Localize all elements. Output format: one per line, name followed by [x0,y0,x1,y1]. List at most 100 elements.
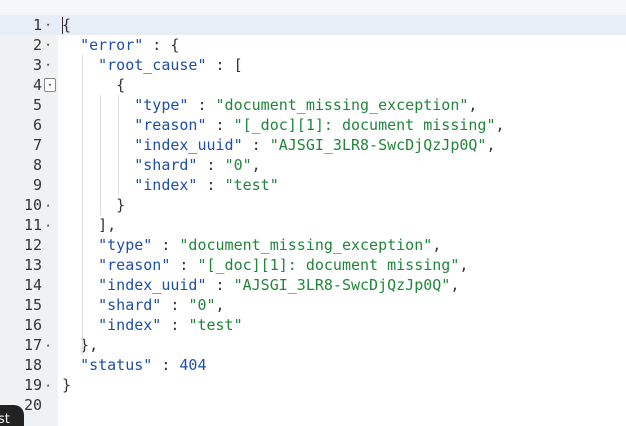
fold-expand-icon[interactable]: ▴ [46,221,50,229]
line-number: 6 [32,116,42,134]
json-key: "error" [80,36,144,54]
json-string: "test" [188,316,243,334]
gutter-cell: 8 [0,155,58,175]
line-number: 1 [32,16,42,34]
code-line[interactable]: 12 "type" : "document_missing_exception"… [0,235,626,255]
fold-collapse-icon[interactable]: ▾ [46,21,50,29]
code-editor[interactable]: 1 ▾{2 ▾ "error" : {3 ▾ "root_cause" : [4 ▾ {… [0,15,626,415]
code-line[interactable]: 18 "status" : 404 [0,355,626,375]
code-text: "root_cause" : [ [62,55,243,75]
code-text: { [62,15,71,35]
line-number: 13 [23,256,42,274]
json-punctuation: : { [143,36,180,54]
json-string: "document_missing_exception" [215,96,469,114]
code-line[interactable]: 10 ▴ } [0,195,626,215]
gutter-cell: 1 ▾ [0,15,58,35]
code-line[interactable]: 19 ▴} [0,375,626,395]
json-punctuation [62,36,80,54]
code-text: "index" : "test" [62,315,243,335]
json-punctuation: : [197,156,225,174]
code-line[interactable]: 20 [0,395,626,415]
json-key: "root_cause" [98,56,207,74]
json-punctuation: : [161,316,189,334]
gutter-cell: 6 [0,115,58,135]
gutter-cell: 17 ▴ [0,335,58,355]
json-key: "index_uuid" [134,136,243,154]
gutter-cell: 12 [0,235,58,255]
code-text: { [62,75,125,95]
code-line[interactable]: 9 "index" : "test" [0,175,626,195]
fold-collapse-icon[interactable]: ▾ [44,78,56,92]
code-text: "index" : "test" [62,175,279,195]
json-punctuation: : [242,136,270,154]
code-text: } [62,375,71,395]
gutter-cell: 5 [0,95,58,115]
json-punctuation [62,116,134,134]
code-text: "status" : 404 [62,355,207,375]
code-text: "shard" : "0", [62,295,224,315]
json-key: "reason" [134,116,207,134]
code-line[interactable]: 8 "shard" : "0", [0,155,626,175]
line-number: 11 [23,216,42,234]
json-key: "type" [134,96,189,114]
text-cursor [62,17,63,34]
indent-guide [82,55,83,355]
json-punctuation: : [188,96,216,114]
json-punctuation [62,356,80,374]
json-punctuation: } [62,376,72,394]
corner-tab[interactable]: st [0,405,24,426]
fold-expand-icon[interactable]: ▴ [46,201,50,209]
code-line[interactable]: 11 ▴ ], [0,215,626,235]
code-text: }, [62,335,98,355]
json-key: "index" [98,316,162,334]
json-punctuation: } [62,196,126,214]
code-text: } [62,195,125,215]
code-line[interactable]: 2 ▾ "error" : { [0,35,626,55]
json-string: "test" [224,176,279,194]
json-punctuation: ], [62,216,117,234]
gutter-cell: 15 [0,295,58,315]
line-number: 19 [23,376,42,394]
fold-collapse-icon[interactable]: ▾ [46,41,50,49]
code-line[interactable]: 3 ▾ "root_cause" : [ [0,55,626,75]
gutter-cell: 10 ▴ [0,195,58,215]
gutter-cell: 9 [0,175,58,195]
fold-expand-icon[interactable]: ▴ [46,341,50,349]
code-line[interactable]: 17 ▴ }, [0,335,626,355]
json-punctuation: , [251,156,261,174]
code-text: "index_uuid" : "AJSGI_3LR8-SwcDjQzJp0Q", [62,135,495,155]
code-line[interactable]: 14 "index_uuid" : "AJSGI_3LR8-SwcDjQzJp0… [0,275,626,295]
code-line[interactable]: 7 "index_uuid" : "AJSGI_3LR8-SwcDjQzJp0Q… [0,135,626,155]
gutter-cell: 14 [0,275,58,295]
json-punctuation: : [161,296,189,314]
json-punctuation: : [206,116,234,134]
line-number: 14 [23,276,42,294]
code-line[interactable]: 13 "reason" : "[_doc][1]: document missi… [0,255,626,275]
json-punctuation [62,136,134,154]
code-line[interactable]: 4 ▾ { [0,75,626,95]
fold-collapse-icon[interactable]: ▾ [46,61,50,69]
code-line[interactable]: 16 "index" : "test" [0,315,626,335]
json-number: 404 [179,356,207,374]
gutter-cell: 18 [0,355,58,375]
line-number: 7 [32,136,42,154]
fold-expand-icon[interactable]: ▴ [46,381,50,389]
code-text: "reason" : "[_doc][1]: document missing"… [62,115,504,135]
json-string: "AJSGI_3LR8-SwcDjQzJp0Q" [233,276,451,294]
indent-guide [118,95,119,195]
code-line[interactable]: 5 "type" : "document_missing_exception", [0,95,626,115]
json-punctuation [62,236,98,254]
code-line[interactable]: 6 "reason" : "[_doc][1]: document missin… [0,115,626,135]
json-string: "[_doc][1]: document missing" [233,116,496,134]
json-key: "status" [80,356,153,374]
json-key: "shard" [134,156,198,174]
line-number: 15 [23,296,42,314]
json-punctuation [62,296,98,314]
json-punctuation: : [152,356,180,374]
line-number: 17 [23,336,42,354]
line-number: 16 [23,316,42,334]
code-line[interactable]: 1 ▾{ [0,15,626,35]
json-key: "index_uuid" [98,276,207,294]
code-line[interactable]: 15 "shard" : "0", [0,295,626,315]
json-punctuation: { [62,76,126,94]
